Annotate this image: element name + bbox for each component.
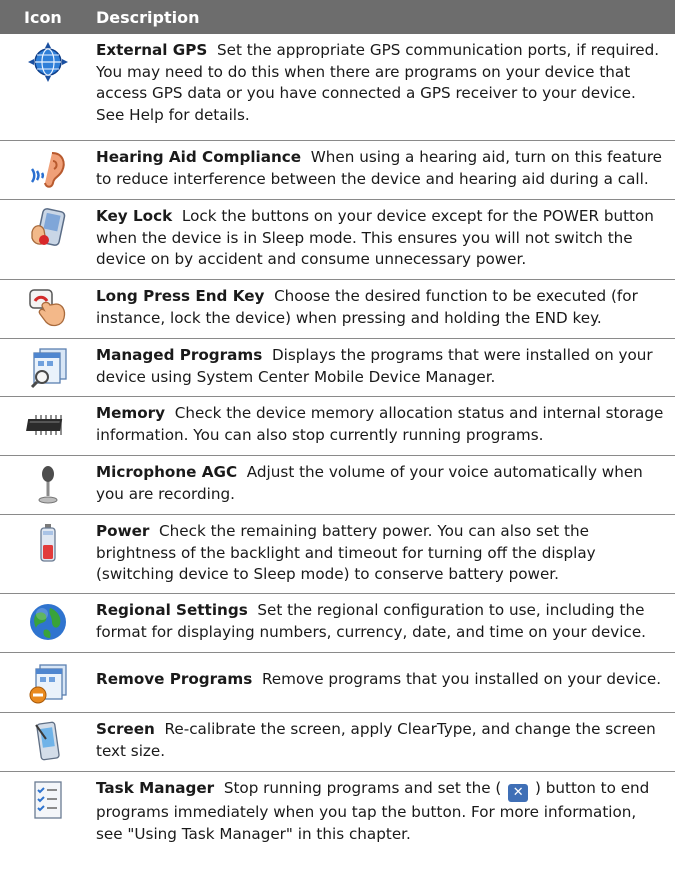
row-title: Hearing Aid Compliance	[96, 148, 302, 166]
row-title: Key Lock	[96, 207, 173, 225]
row-description: Memory Check the device memory allocatio…	[96, 397, 675, 455]
row-title: Task Manager	[96, 779, 215, 797]
row-title: Long Press End Key	[96, 287, 265, 305]
row-description: Microphone AGC Adjust the volume of your…	[96, 456, 675, 514]
row-title: Regional Settings	[96, 601, 248, 619]
row-description: Task Manager Stop running programs and s…	[96, 772, 675, 852]
table-row: Hearing Aid Compliance When using a hear…	[0, 141, 675, 200]
table-header: Icon Description	[0, 0, 675, 34]
table-row: Long Press End Key Choose the desired fu…	[0, 280, 675, 339]
row-description: External GPS Set the appropriate GPS com…	[96, 34, 675, 140]
row-title: Memory	[96, 404, 166, 422]
table-row: Screen Re-calibrate the screen, apply Cl…	[0, 713, 675, 772]
earth-globe-icon	[0, 594, 96, 652]
row-title: Power	[96, 522, 150, 540]
table-row: Regional Settings Set the regional confi…	[0, 594, 675, 653]
row-text: Check the device memory allocation statu…	[96, 404, 664, 444]
row-text: Check the remaining battery power. You c…	[96, 522, 596, 583]
gps-globe-icon	[0, 34, 96, 140]
row-title: External GPS	[96, 41, 208, 59]
end-key-icon	[0, 280, 96, 338]
remove-programs-icon	[0, 653, 96, 712]
header-icon-label: Icon	[24, 7, 62, 27]
row-description: Managed Programs Displays the programs t…	[96, 339, 675, 396]
row-description: Hearing Aid Compliance When using a hear…	[96, 141, 675, 199]
table-row: Key Lock Lock the buttons on your device…	[0, 200, 675, 280]
row-text-before: Stop running programs and set the (	[223, 779, 502, 797]
table-row: Remove Programs Remove programs that you…	[0, 653, 675, 713]
row-description: Remove Programs Remove programs that you…	[96, 653, 675, 712]
microphone-icon	[0, 456, 96, 514]
row-title: Managed Programs	[96, 346, 263, 364]
row-title: Remove Programs	[96, 670, 253, 688]
task-manager-icon	[0, 772, 96, 852]
row-description: Key Lock Lock the buttons on your device…	[96, 200, 675, 279]
table-row: Memory Check the device memory allocatio…	[0, 397, 675, 456]
table-row: Power Check the remaining battery power.…	[0, 515, 675, 594]
row-description: Power Check the remaining battery power.…	[96, 515, 675, 593]
battery-icon	[0, 515, 96, 593]
row-title: Screen	[96, 720, 155, 738]
table-row: Managed Programs Displays the programs t…	[0, 339, 675, 397]
row-title: Microphone AGC	[96, 463, 238, 481]
row-text: Remove programs that you installed on yo…	[261, 670, 662, 688]
row-description: Long Press End Key Choose the desired fu…	[96, 280, 675, 338]
row-text: Re-calibrate the screen, apply ClearType…	[96, 720, 656, 760]
table-row: External GPS Set the appropriate GPS com…	[0, 34, 675, 141]
memory-chip-icon	[0, 397, 96, 455]
row-text: Lock the buttons on your device except f…	[96, 207, 654, 268]
close-x-icon: ✕	[508, 784, 529, 802]
key-lock-icon	[0, 200, 96, 279]
hearing-aid-icon	[0, 141, 96, 199]
table-row: Microphone AGC Adjust the volume of your…	[0, 456, 675, 515]
managed-programs-icon	[0, 339, 96, 396]
row-description: Regional Settings Set the regional confi…	[96, 594, 675, 652]
screen-icon	[0, 713, 96, 771]
header-description-label: Description	[96, 7, 200, 27]
settings-icon-table: Icon Description External GPS Set the ap…	[0, 0, 675, 852]
table-row: Task Manager Stop running programs and s…	[0, 772, 675, 852]
row-description: Screen Re-calibrate the screen, apply Cl…	[96, 713, 675, 771]
